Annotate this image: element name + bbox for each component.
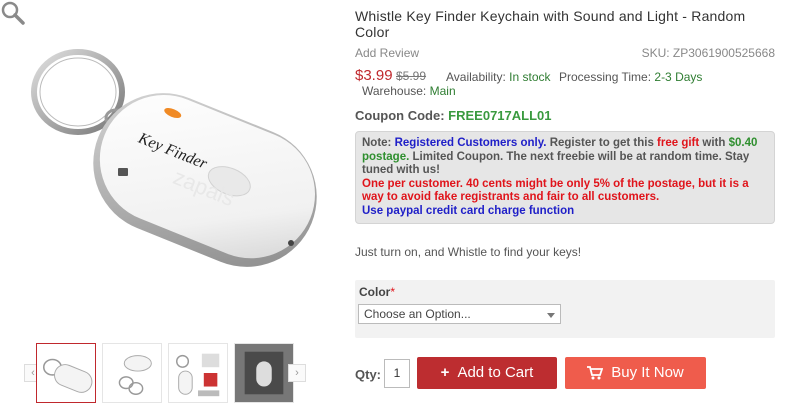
coupon-note-box: Note: Registered Customers only. Registe…: [355, 131, 775, 224]
note-prefix: Note:: [362, 137, 392, 149]
old-price: $5.99: [396, 69, 427, 83]
note-mid: Register to get this: [549, 137, 654, 149]
product-main-image[interactable]: Key Finder zapals: [0, 0, 340, 335]
thumbnail-3[interactable]: [168, 343, 228, 403]
thumb-next-button[interactable]: ›: [288, 364, 306, 382]
buy-it-now-button[interactable]: Buy It Now: [565, 357, 706, 389]
coupon-value: FREE0717ALL01: [448, 108, 552, 123]
coupon-label: Coupon Code:: [355, 108, 445, 123]
coupon-code: Coupon Code: FREE0717ALL01: [355, 108, 552, 123]
note-free-gift: free gift: [657, 137, 700, 149]
short-description: Just turn on, and Whistle to find your k…: [355, 245, 582, 259]
warehouse-label: Warehouse:: [362, 84, 427, 98]
sku-text: SKU: ZP3061900525668: [641, 46, 775, 60]
add-review-link[interactable]: Add Review: [355, 46, 419, 60]
thumbnail-1[interactable]: [36, 343, 96, 403]
note-registered: Registered Customers only.: [394, 137, 547, 149]
processing-time: Processing Time: 2-3 Days: [559, 70, 702, 84]
chevron-down-icon: [547, 313, 555, 318]
note-paypal: Use paypal credit card charge function: [362, 204, 575, 217]
qty-input[interactable]: 1: [384, 359, 410, 388]
processing-label: Processing Time:: [559, 70, 652, 84]
availability: Availability: In stock: [446, 70, 551, 84]
note-warning: One per customer. 40 cents might be only…: [362, 177, 749, 204]
product-options: Color* Choose an Option...: [355, 280, 775, 338]
color-select-value: Choose an Option...: [364, 307, 471, 321]
thumbnail-2[interactable]: [102, 343, 162, 403]
cart-icon: [587, 366, 604, 380]
warehouse: Warehouse: Main: [362, 84, 456, 98]
key-finder-image: Key Finder zapals: [31, 49, 317, 267]
qty-label: Qty:: [355, 367, 381, 382]
add-to-cart-label: Add to Cart: [457, 364, 534, 381]
color-select[interactable]: Choose an Option...: [358, 304, 561, 324]
availability-value: In stock: [509, 70, 551, 84]
current-price: $3.99: [355, 67, 393, 84]
processing-value: 2-3 Days: [654, 70, 703, 84]
note-rest: Limited Coupon. The next freebie will be…: [362, 150, 750, 177]
thumbnail-4[interactable]: [234, 343, 294, 403]
magnifier-icon[interactable]: [0, 0, 26, 26]
required-mark: *: [390, 285, 396, 299]
buy-it-now-label: Buy It Now: [611, 364, 684, 381]
color-label: Color: [359, 285, 391, 299]
color-option-label: Color*: [359, 285, 395, 299]
add-to-cart-button[interactable]: + Add to Cart: [417, 357, 557, 389]
warehouse-value: Main: [429, 84, 456, 98]
thumbnail-carousel: ‹ ›: [24, 343, 309, 403]
note-with: with: [702, 137, 726, 149]
product-title: Whistle Key Finder Keychain with Sound a…: [355, 8, 746, 40]
availability-label: Availability:: [446, 70, 506, 84]
plus-icon: +: [440, 364, 450, 381]
